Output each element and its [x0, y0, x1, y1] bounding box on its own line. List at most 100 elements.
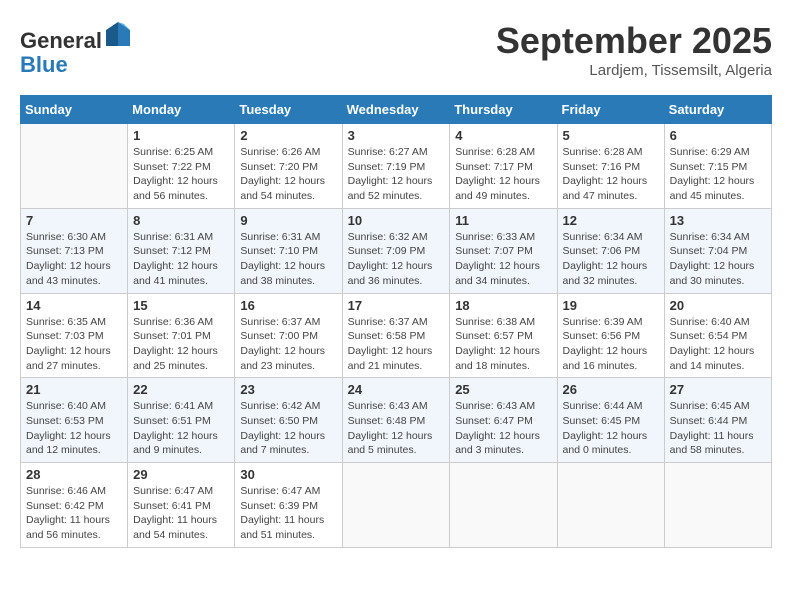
day-info: Sunrise: 6:26 AM Sunset: 7:20 PM Dayligh… — [240, 145, 336, 204]
day-info: Sunrise: 6:31 AM Sunset: 7:12 PM Dayligh… — [133, 230, 229, 289]
day-info: Sunrise: 6:34 AM Sunset: 7:04 PM Dayligh… — [670, 230, 766, 289]
weekday-header-saturday: Saturday — [664, 96, 771, 124]
calendar-week-row: 7Sunrise: 6:30 AM Sunset: 7:13 PM Daylig… — [21, 208, 772, 293]
calendar-cell: 22Sunrise: 6:41 AM Sunset: 6:51 PM Dayli… — [128, 378, 235, 463]
day-number: 10 — [348, 213, 445, 228]
day-info: Sunrise: 6:34 AM Sunset: 7:06 PM Dayligh… — [563, 230, 659, 289]
calendar-cell: 29Sunrise: 6:47 AM Sunset: 6:41 PM Dayli… — [128, 463, 235, 548]
calendar-week-row: 28Sunrise: 6:46 AM Sunset: 6:42 PM Dayli… — [21, 463, 772, 548]
calendar-week-row: 1 Sunrise: 6:25 AM Sunset: 7:22 PM Daylig… — [21, 124, 772, 209]
day-number: 17 — [348, 298, 445, 313]
weekday-header-monday: Monday — [128, 96, 235, 124]
day-number: 24 — [348, 382, 445, 397]
day-info: Sunrise: 6:37 AM Sunset: 7:00 PM Dayligh… — [240, 315, 336, 374]
calendar-cell: 9 Sunrise: 6:31 AM Sunset: 7:10 PM Daylig… — [235, 208, 342, 293]
calendar-cell: 4 Sunrise: 6:28 AM Sunset: 7:17 PM Daylig… — [450, 124, 557, 209]
calendar-cell: 11 Sunrise: 6:33 AM Sunset: 7:07 PM Dayli… — [450, 208, 557, 293]
calendar-cell — [664, 463, 771, 548]
day-info: Sunrise: 6:27 AM Sunset: 7:19 PM Dayligh… — [348, 145, 445, 204]
calendar-cell: 21 Sunrise: 6:40 AM Sunset: 6:53 PM Dayli… — [21, 378, 128, 463]
day-info: Sunrise: 6:29 AM Sunset: 7:15 PM Dayligh… — [670, 145, 766, 204]
day-info: Sunrise: 6:35 AM Sunset: 7:03 PM Dayligh… — [26, 315, 122, 374]
day-info: Sunrise: 6:39 AM Sunset: 6:56 PM Dayligh… — [563, 315, 659, 374]
day-number: 6 — [670, 128, 766, 143]
calendar-cell: 3Sunrise: 6:27 AM Sunset: 7:19 PM Daylig… — [342, 124, 450, 209]
day-number: 4 — [455, 128, 551, 143]
day-info: Sunrise: 6:31 AM Sunset: 7:10 PM Dayligh… — [240, 230, 336, 289]
calendar-cell: 2 Sunrise: 6:26 AM Sunset: 7:20 PM Daylig… — [235, 124, 342, 209]
calendar-cell: 26 Sunrise: 6:44 AM Sunset: 6:45 PM Dayli… — [557, 378, 664, 463]
month-title: September 2025 — [496, 20, 772, 62]
calendar-cell: 12Sunrise: 6:34 AM Sunset: 7:06 PM Dayli… — [557, 208, 664, 293]
logo-general-text: General — [20, 28, 102, 53]
day-number: 14 — [26, 298, 122, 313]
day-info: Sunrise: 6:25 AM Sunset: 7:22 PM Dayligh… — [133, 145, 229, 204]
location: Lardjem, Tissemsilt, Algeria — [496, 62, 772, 79]
day-info: Sunrise: 6:40 AM Sunset: 6:53 PM Dayligh… — [26, 399, 122, 458]
logo: General Blue — [20, 20, 132, 77]
day-number: 26 — [563, 382, 659, 397]
calendar-cell — [450, 463, 557, 548]
calendar-cell: 7Sunrise: 6:30 AM Sunset: 7:13 PM Daylig… — [21, 208, 128, 293]
calendar-cell: 1 Sunrise: 6:25 AM Sunset: 7:22 PM Daylig… — [128, 124, 235, 209]
day-number: 27 — [670, 382, 766, 397]
weekday-header-row: SundayMondayTuesdayWednesdayThursdayFrid… — [21, 96, 772, 124]
day-info: Sunrise: 6:28 AM Sunset: 7:17 PM Dayligh… — [455, 145, 551, 204]
day-number: 23 — [240, 382, 336, 397]
calendar-cell: 24 Sunrise: 6:43 AM Sunset: 6:48 PM Dayli… — [342, 378, 450, 463]
calendar-cell: 13 Sunrise: 6:34 AM Sunset: 7:04 PM Dayli… — [664, 208, 771, 293]
day-info: Sunrise: 6:30 AM Sunset: 7:13 PM Dayligh… — [26, 230, 122, 289]
weekday-header-sunday: Sunday — [21, 96, 128, 124]
day-number: 25 — [455, 382, 551, 397]
day-info: Sunrise: 6:38 AM Sunset: 6:57 PM Dayligh… — [455, 315, 551, 374]
calendar-cell: 5 Sunrise: 6:28 AM Sunset: 7:16 PM Daylig… — [557, 124, 664, 209]
calendar-week-row: 14 Sunrise: 6:35 AM Sunset: 7:03 PM Dayli… — [21, 293, 772, 378]
title-block: September 2025 Lardjem, Tissemsilt, Alge… — [496, 20, 772, 79]
logo-blue-text: Blue — [20, 52, 68, 77]
day-number: 30 — [240, 467, 336, 482]
day-number: 8 — [133, 213, 229, 228]
page-header: General Blue September 2025 Lardjem, Tis… — [20, 20, 772, 79]
day-number: 20 — [670, 298, 766, 313]
day-info: Sunrise: 6:32 AM Sunset: 7:09 PM Dayligh… — [348, 230, 445, 289]
calendar-cell: 16 Sunrise: 6:37 AM Sunset: 7:00 PM Dayli… — [235, 293, 342, 378]
day-number: 2 — [240, 128, 336, 143]
day-number: 21 — [26, 382, 122, 397]
day-number: 9 — [240, 213, 336, 228]
calendar-week-row: 21 Sunrise: 6:40 AM Sunset: 6:53 PM Dayli… — [21, 378, 772, 463]
day-info: Sunrise: 6:33 AM Sunset: 7:07 PM Dayligh… — [455, 230, 551, 289]
calendar-cell: 14 Sunrise: 6:35 AM Sunset: 7:03 PM Dayli… — [21, 293, 128, 378]
calendar-cell: 19Sunrise: 6:39 AM Sunset: 6:56 PM Dayli… — [557, 293, 664, 378]
calendar-cell: 30 Sunrise: 6:47 AM Sunset: 6:39 PM Dayli… — [235, 463, 342, 548]
calendar-cell: 15Sunrise: 6:36 AM Sunset: 7:01 PM Dayli… — [128, 293, 235, 378]
calendar-cell: 28Sunrise: 6:46 AM Sunset: 6:42 PM Dayli… — [21, 463, 128, 548]
weekday-header-thursday: Thursday — [450, 96, 557, 124]
day-info: Sunrise: 6:45 AM Sunset: 6:44 PM Dayligh… — [670, 399, 766, 458]
day-number: 18 — [455, 298, 551, 313]
calendar-cell: 8 Sunrise: 6:31 AM Sunset: 7:12 PM Daylig… — [128, 208, 235, 293]
calendar-cell: 23Sunrise: 6:42 AM Sunset: 6:50 PM Dayli… — [235, 378, 342, 463]
day-number: 5 — [563, 128, 659, 143]
day-number: 13 — [670, 213, 766, 228]
day-info: Sunrise: 6:37 AM Sunset: 6:58 PM Dayligh… — [348, 315, 445, 374]
day-number: 1 — [133, 128, 229, 143]
calendar-cell: 10 Sunrise: 6:32 AM Sunset: 7:09 PM Dayli… — [342, 208, 450, 293]
calendar-cell — [342, 463, 450, 548]
day-number: 16 — [240, 298, 336, 313]
day-info: Sunrise: 6:46 AM Sunset: 6:42 PM Dayligh… — [26, 484, 122, 543]
calendar-cell — [557, 463, 664, 548]
day-info: Sunrise: 6:47 AM Sunset: 6:41 PM Dayligh… — [133, 484, 229, 543]
day-info: Sunrise: 6:43 AM Sunset: 6:48 PM Dayligh… — [348, 399, 445, 458]
calendar-cell: 20 Sunrise: 6:40 AM Sunset: 6:54 PM Dayli… — [664, 293, 771, 378]
calendar-cell: 17 Sunrise: 6:37 AM Sunset: 6:58 PM Dayli… — [342, 293, 450, 378]
day-info: Sunrise: 6:36 AM Sunset: 7:01 PM Dayligh… — [133, 315, 229, 374]
day-info: Sunrise: 6:47 AM Sunset: 6:39 PM Dayligh… — [240, 484, 336, 543]
day-info: Sunrise: 6:28 AM Sunset: 7:16 PM Dayligh… — [563, 145, 659, 204]
day-info: Sunrise: 6:40 AM Sunset: 6:54 PM Dayligh… — [670, 315, 766, 374]
day-number: 11 — [455, 213, 551, 228]
day-info: Sunrise: 6:44 AM Sunset: 6:45 PM Dayligh… — [563, 399, 659, 458]
day-info: Sunrise: 6:41 AM Sunset: 6:51 PM Dayligh… — [133, 399, 229, 458]
day-info: Sunrise: 6:43 AM Sunset: 6:47 PM Dayligh… — [455, 399, 551, 458]
calendar-cell: 25 Sunrise: 6:43 AM Sunset: 6:47 PM Dayli… — [450, 378, 557, 463]
logo-icon — [104, 20, 132, 48]
